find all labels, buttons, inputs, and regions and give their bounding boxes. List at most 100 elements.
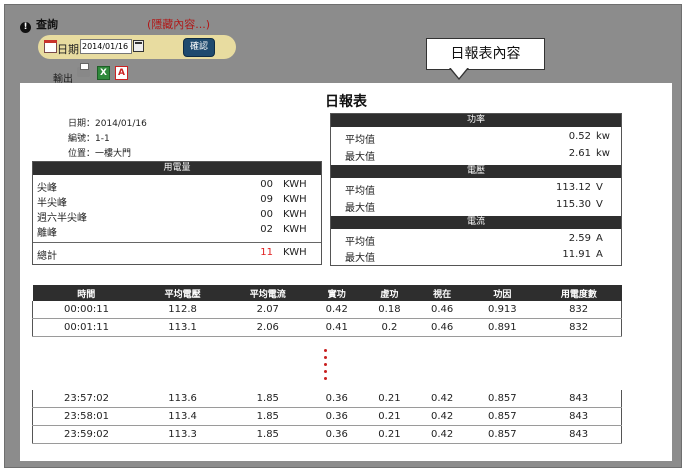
usage-value: 00 (260, 179, 273, 190)
voltage-avg-value: 113.12 (556, 182, 591, 193)
col-avg-current: 平均電流 (225, 285, 311, 301)
usage-row: 半尖峰 09 KWH (33, 193, 321, 209)
current-avg-value: 2.59 (568, 233, 591, 244)
power-header: 功率 (331, 114, 621, 127)
report-location: 位置：一樓大門 (68, 149, 132, 159)
table-cell: 0.42 (415, 425, 469, 444)
date-picker-icon[interactable] (133, 40, 144, 52)
table-cell: 0.913 (468, 301, 537, 319)
table-cell: 0.21 (363, 390, 416, 408)
usage-value: 09 (260, 194, 273, 205)
voltage-avg-row: 平均值 113.12 V (331, 181, 621, 197)
col-real-power: 實功 (310, 285, 364, 301)
hidden-content-link[interactable]: (隱藏內容...) (147, 16, 210, 32)
callout-pointer-fill (450, 67, 468, 78)
usage-total-divider (33, 242, 321, 243)
usage-name: 離峰 (37, 228, 57, 239)
table-cell: 2.06 (225, 318, 311, 337)
table-cell: 113.3 (139, 425, 226, 444)
power-max-unit: kw (596, 148, 610, 159)
date-input[interactable] (80, 39, 132, 54)
current-avg-row: 平均值 2.59 A (331, 232, 621, 248)
query-section-title: ! 查詢 (20, 16, 58, 33)
report-id: 編號：1-1 (68, 134, 110, 144)
table-cell: 0.46 (415, 318, 469, 337)
usage-value: 02 (260, 224, 273, 235)
usage-row: 週六半尖峰 00 KWH (33, 208, 321, 224)
usage-panel: 用電量 尖峰 00 KWH 半尖峰 09 KWH 週六半尖峰 00 KWH 離峰… (32, 161, 322, 265)
table-cell: 23:59:02 (31, 425, 140, 444)
table-cell: 0.42 (415, 407, 469, 426)
info-icon: ! (20, 22, 31, 33)
table-cell: 843 (536, 407, 623, 426)
current-avg-label: 平均值 (345, 237, 375, 248)
omitted-rows-gap (33, 337, 622, 391)
ellipsis-dot (324, 377, 327, 380)
calendar-icon (44, 40, 57, 53)
query-title-text: 查詢 (36, 18, 58, 31)
col-apparent-power: 視在 (415, 285, 469, 301)
table-cell: 0.42 (415, 390, 469, 408)
table-cell: 0.857 (468, 390, 537, 408)
table-cell: 23:57:02 (31, 390, 140, 408)
table-cell: 112.8 (139, 301, 226, 319)
table-cell: 832 (536, 318, 623, 337)
ellipsis-dot (324, 349, 327, 352)
table-cell: 843 (536, 425, 623, 444)
callout-label: 日報表內容 (426, 38, 545, 70)
table-cell: 0.36 (310, 407, 364, 426)
excel-export-icon[interactable] (97, 66, 110, 80)
table-row: 23:57:02 113.6 1.85 0.36 0.21 0.42 0.857… (31, 390, 623, 408)
table-cell: 0.36 (310, 390, 364, 408)
usage-header: 用電量 (33, 162, 321, 175)
col-avg-voltage: 平均電壓 (139, 285, 226, 301)
table-cell: 23:58:01 (31, 407, 140, 426)
power-max-value: 2.61 (568, 148, 591, 159)
power-avg-value: 0.52 (568, 131, 591, 142)
measurements-panel: 功率 平均值 0.52 kw 最大值 2.61 kw 電壓 平均值 113.12… (330, 113, 622, 266)
table-cell: 00:00:11 (31, 301, 140, 319)
current-max-row: 最大值 11.91 A (331, 248, 621, 264)
table-cell: 0.18 (363, 301, 416, 319)
table-cell: 00:01:11 (31, 318, 140, 337)
power-max-label: 最大值 (345, 152, 375, 163)
voltage-header: 電壓 (331, 165, 621, 178)
current-max-value: 11.91 (562, 249, 591, 260)
table-cell: 0.46 (415, 301, 469, 319)
table-cell: 0.42 (310, 301, 364, 319)
usage-total-row: 總計 11 KWH (33, 246, 321, 262)
table-cell: 0.857 (468, 407, 537, 426)
table-row: 23:59:02 113.3 1.85 0.36 0.21 0.42 0.857… (31, 425, 623, 444)
table-cell: 0.36 (310, 425, 364, 444)
usage-total-unit: KWH (283, 247, 307, 258)
report-title: 日報表 (325, 94, 367, 110)
current-avg-unit: A (596, 233, 603, 244)
table-header-row: 時間 平均電壓 平均電流 實功 虛功 視在 功因 用電度數 (32, 285, 622, 301)
usage-row: 離峰 02 KWH (33, 223, 321, 239)
ellipsis-dot (324, 370, 327, 373)
usage-name: 半尖峰 (37, 198, 67, 209)
table-cell: 113.6 (139, 390, 226, 408)
power-avg-label: 平均值 (345, 135, 375, 146)
power-avg-unit: kw (596, 131, 610, 142)
table-row: 00:01:11 113.1 2.06 0.41 0.2 0.46 0.891 … (31, 318, 623, 337)
print-icon[interactable] (77, 63, 90, 77)
pdf-export-icon[interactable] (115, 66, 128, 80)
usage-total-value: 11 (260, 247, 273, 258)
table-cell: 1.85 (225, 407, 311, 426)
date-filter-bar: 日期 確認 (38, 35, 236, 59)
usage-row: 尖峰 00 KWH (33, 178, 321, 194)
current-header: 電流 (331, 216, 621, 229)
voltage-max-label: 最大值 (345, 203, 375, 214)
confirm-button[interactable]: 確認 (183, 38, 215, 57)
table-cell: 0.2 (363, 318, 416, 337)
table-cell: 0.857 (468, 425, 537, 444)
readings-table: 時間 平均電壓 平均電流 實功 虛功 視在 功因 用電度數 00:00:11 1… (31, 285, 623, 444)
col-reactive-power: 虛功 (363, 285, 416, 301)
table-cell: 0.21 (363, 425, 416, 444)
current-max-unit: A (596, 249, 603, 260)
voltage-avg-label: 平均值 (345, 186, 375, 197)
table-cell: 1.85 (225, 390, 311, 408)
app-frame: !查詢 (隱藏內容...) 日期 確認 輸出 日報表 日期：2014/01/16… (4, 4, 682, 468)
daily-report: 日報表 日期：2014/01/16 編號：1-1 位置：一樓大門 用電量 尖峰 … (20, 83, 672, 461)
